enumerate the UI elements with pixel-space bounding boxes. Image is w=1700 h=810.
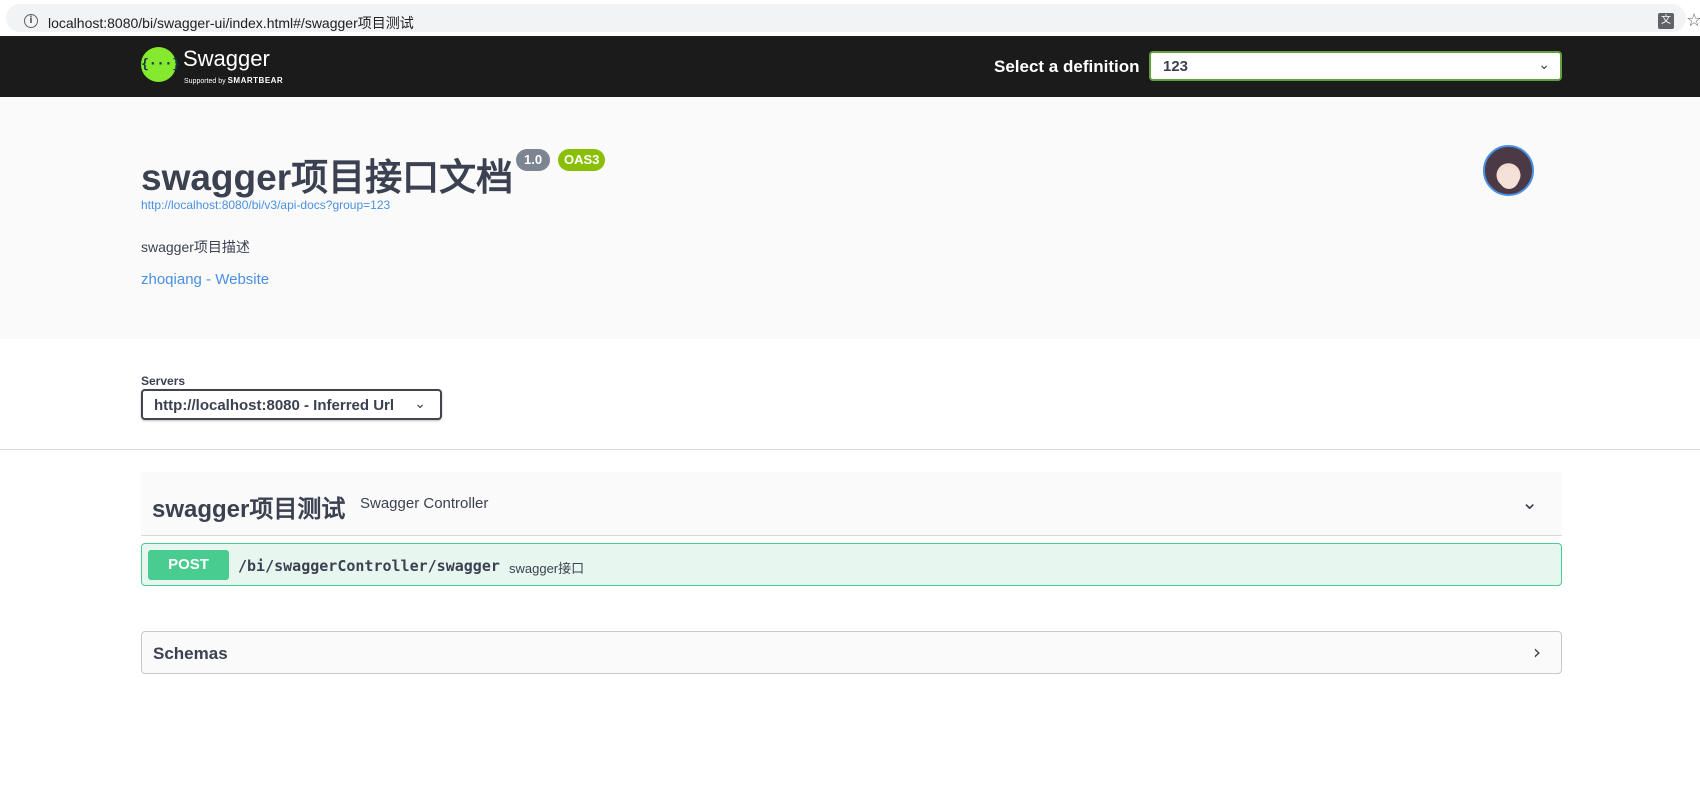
browser-address-bar: i localhost:8080/bi/swagger-ui/index.htm… — [0, 0, 1700, 36]
page-title: swagger项目接口文档 — [141, 157, 514, 198]
swagger-topbar: {···} Swagger Supported by SMARTBEAR Sel… — [0, 36, 1700, 97]
info-icon[interactable]: i — [24, 14, 38, 28]
operation-post[interactable]: POST /bi/swaggerController/swagger swagg… — [141, 543, 1562, 586]
swagger-logo-glyph: {···} — [141, 57, 181, 72]
logo-sub-brand: SMARTBEAR — [227, 76, 284, 85]
swagger-logo-icon[interactable]: {···} — [141, 47, 181, 82]
tag-name[interactable]: swagger项目测试 — [152, 489, 345, 524]
tag-description: Swagger Controller — [360, 495, 489, 512]
star-icon[interactable]: ☆ — [1686, 10, 1700, 31]
avatar[interactable] — [1483, 145, 1534, 196]
url-text[interactable]: localhost:8080/bi/swagger-ui/index.html#… — [48, 13, 414, 33]
logo-sub-prefix: Supported by — [184, 78, 228, 85]
api-description: swagger项目描述 — [141, 239, 250, 255]
api-info-section: swagger项目接口文档 1.0 OAS3 http://localhost:… — [0, 97, 1700, 339]
method-badge: POST — [148, 550, 229, 580]
servers-select-value: http://localhost:8080 - Inferred Url — [154, 397, 395, 414]
swagger-logo-text[interactable]: Swagger — [183, 46, 270, 72]
schemas-title[interactable]: Schemas — [153, 644, 228, 664]
avatar-face — [1499, 167, 1519, 189]
swagger-logo-subtitle: Supported by SMARTBEAR — [184, 76, 283, 85]
chevron-down-icon: ⌄ — [414, 396, 426, 412]
chevron-down-icon: ⌄ — [1538, 57, 1550, 73]
servers-label: Servers — [141, 374, 186, 388]
oas-badge: OAS3 — [558, 149, 606, 171]
definition-select-value: 123 — [1163, 58, 1189, 75]
contact-link[interactable]: zhoqiang - Website — [141, 271, 269, 288]
operation-summary: swagger接口 — [509, 561, 585, 576]
servers-select[interactable]: http://localhost:8080 - Inferred Url ⌄ — [141, 389, 442, 420]
translate-icon[interactable]: 文 — [1658, 13, 1674, 29]
operation-path[interactable]: /bi/swaggerController/swagger — [238, 557, 500, 575]
definition-select[interactable]: 123 ⌄ — [1149, 51, 1562, 81]
url-field[interactable]: i localhost:8080/bi/swagger-ui/index.htm… — [6, 4, 1700, 33]
definition-label: Select a definition — [994, 57, 1140, 76]
version-badge: 1.0 — [516, 149, 551, 171]
section-divider — [0, 449, 1700, 450]
chevron-right-icon[interactable]: › — [1533, 640, 1541, 664]
api-docs-link[interactable]: http://localhost:8080/bi/v3/api-docs?gro… — [141, 198, 390, 212]
schemas-section[interactable]: Schemas › — [141, 631, 1562, 674]
chevron-down-icon[interactable]: ⌄ — [1521, 490, 1538, 514]
tag-header[interactable]: swagger项目测试 Swagger Controller ⌄ — [141, 472, 1562, 536]
